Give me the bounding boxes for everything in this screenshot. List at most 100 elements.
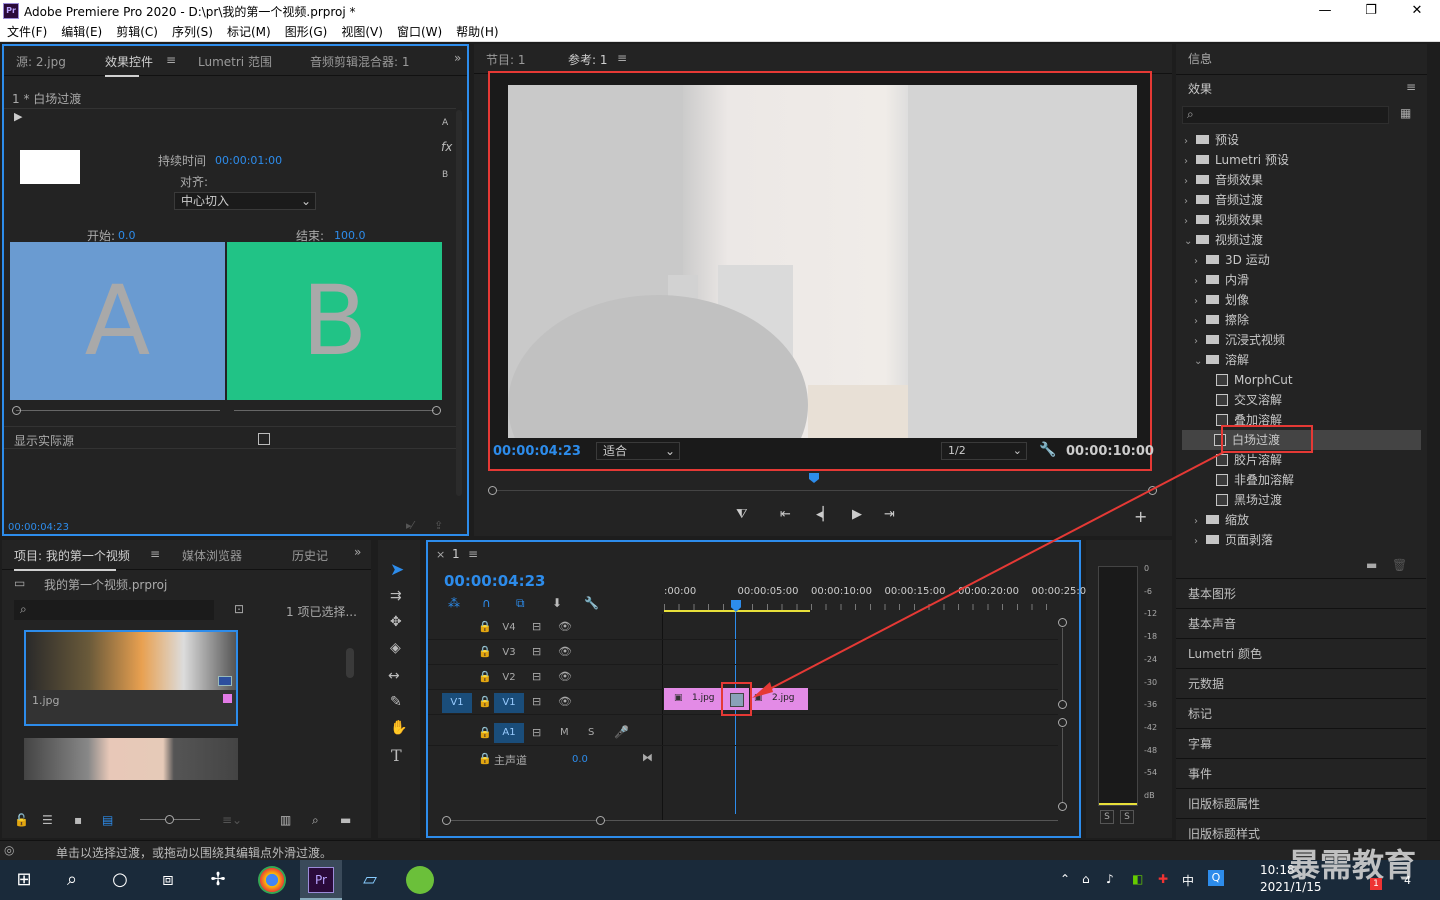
- info-panel-title[interactable]: 信息: [1188, 50, 1212, 67]
- program-timecode[interactable]: 00:00:04:23: [493, 444, 581, 459]
- timeline-clip-2[interactable]: ▣ 2.jpg: [750, 688, 808, 710]
- expand-caret-icon[interactable]: ›: [1184, 172, 1196, 192]
- panel-menu-icon[interactable]: ≡: [617, 51, 627, 65]
- effect-item[interactable]: › 划像: [1184, 290, 1421, 310]
- hscroll-right-handle[interactable]: [596, 816, 605, 825]
- tab-media-browser[interactable]: 媒体浏览器: [182, 547, 242, 564]
- effect-item[interactable]: ⌄ 溶解: [1184, 350, 1421, 370]
- tab-source[interactable]: 源: 2.jpg: [16, 53, 66, 70]
- menu-window[interactable]: 窗口(W): [390, 22, 449, 42]
- panel-tab-item[interactable]: 标记: [1176, 698, 1426, 728]
- track-label[interactable]: V1: [494, 693, 524, 713]
- menu-view[interactable]: 视图(V): [334, 22, 390, 42]
- tab-lumetri-scopes[interactable]: Lumetri 范围: [198, 53, 272, 70]
- expand-caret-icon[interactable]: ›: [1184, 132, 1196, 152]
- menu-marker[interactable]: 标记(M): [220, 22, 278, 42]
- list-view-icon[interactable]: ☰: [42, 813, 53, 827]
- add-marker-icon[interactable]: ⬇: [552, 596, 562, 610]
- end-slider-handle[interactable]: [432, 406, 441, 415]
- expand-caret-icon[interactable]: ›: [1194, 532, 1206, 552]
- timeline-vertical-scroll[interactable]: [1058, 614, 1068, 811]
- resolution-dropdown[interactable]: 1/2 ⌄: [941, 442, 1027, 460]
- effect-item[interactable]: 黑场过渡: [1184, 490, 1421, 510]
- menu-sequence[interactable]: 序列(S): [165, 22, 220, 42]
- zoom-slider-handle[interactable]: [165, 815, 174, 824]
- step-back-icon[interactable]: ◂▏: [816, 507, 833, 522]
- action-center-count[interactable]: 4: [1404, 874, 1411, 887]
- clip-thumbnail-2[interactable]: [24, 738, 238, 780]
- eye-icon[interactable]: 👁: [558, 670, 572, 683]
- program-scrubber[interactable]: [488, 490, 1156, 491]
- lock-icon[interactable]: 🔓: [14, 813, 29, 827]
- expand-caret-icon[interactable]: ⌄: [1194, 352, 1206, 372]
- new-bin-icon[interactable]: ▬: [340, 813, 351, 827]
- start-value[interactable]: 0.0: [118, 229, 136, 242]
- panel-tab-item[interactable]: Lumetri 颜色: [1176, 638, 1426, 668]
- vertical-scrollbar[interactable]: [456, 110, 462, 496]
- track-label[interactable]: V2: [494, 668, 524, 688]
- solo-button[interactable]: S: [588, 727, 594, 738]
- panel-menu-icon[interactable]: ≡: [1406, 80, 1416, 94]
- go-to-out-icon[interactable]: ⇥: [884, 507, 895, 522]
- menu-file[interactable]: 文件(F): [0, 22, 54, 42]
- expand-caret-icon[interactable]: ›: [1194, 252, 1206, 272]
- type-tool-icon[interactable]: T: [391, 746, 402, 765]
- snap-icon[interactable]: ⁂: [448, 596, 460, 610]
- end-value[interactable]: 100.0: [334, 229, 366, 242]
- close-tab-icon[interactable]: ×: [436, 548, 445, 561]
- menu-edit[interactable]: 编辑(E): [54, 22, 109, 42]
- close-button[interactable]: ✕: [1394, 0, 1440, 22]
- effect-item[interactable]: › 沉浸式视频: [1184, 330, 1421, 350]
- effect-item[interactable]: › 页面剥落: [1184, 530, 1421, 550]
- sync-lock-icon[interactable]: ⊟: [532, 645, 541, 658]
- expand-caret-icon[interactable]: ›: [1194, 332, 1206, 352]
- solo-right-button[interactable]: S: [1120, 810, 1134, 824]
- premiere-taskbar-button[interactable]: Pr: [300, 860, 342, 900]
- pen-tool-icon[interactable]: ✎: [390, 694, 402, 710]
- freeform-view-icon[interactable]: ▤: [102, 813, 113, 827]
- tab-effect-controls[interactable]: 效果控件: [105, 53, 153, 77]
- show-actual-checkbox[interactable]: [258, 433, 270, 445]
- panel-menu-icon[interactable]: ≡: [166, 53, 176, 67]
- hscroll-left-handle[interactable]: [442, 816, 451, 825]
- timeline-settings-wrench-icon[interactable]: 🔧: [584, 596, 599, 610]
- effects-panel-title[interactable]: 效果: [1188, 80, 1212, 97]
- effect-item[interactable]: › 视频效果: [1184, 210, 1421, 230]
- add-button-icon[interactable]: +: [1134, 507, 1147, 526]
- sequence-tab[interactable]: 1: [452, 547, 460, 561]
- sync-lock-icon[interactable]: ⊟: [532, 620, 541, 633]
- expand-caret-icon[interactable]: ›: [1194, 272, 1206, 292]
- project-scrollbar[interactable]: [346, 648, 354, 678]
- volume-icon[interactable]: ♪: [1106, 872, 1114, 886]
- lock-icon[interactable]: 🔒: [478, 726, 492, 739]
- project-search-input[interactable]: ⌕: [14, 600, 214, 620]
- master-volume-value[interactable]: 0.0: [572, 754, 588, 765]
- menu-clip[interactable]: 剪辑(C): [109, 22, 165, 42]
- effect-item[interactable]: › 擦除: [1184, 310, 1421, 330]
- sync-lock-icon[interactable]: ⊟: [532, 670, 541, 683]
- windows-start-icon[interactable]: ⊞: [10, 866, 38, 894]
- lock-icon[interactable]: 🔒: [478, 620, 492, 633]
- find-bin-icon[interactable]: ⊡: [234, 602, 244, 616]
- start-slider-handle[interactable]: [12, 406, 21, 415]
- panel-tab-item[interactable]: 基本声音: [1176, 608, 1426, 638]
- scrubber-left-handle[interactable]: [488, 486, 497, 495]
- lock-icon[interactable]: 🔒: [478, 670, 492, 683]
- eye-icon[interactable]: 👁: [558, 620, 572, 633]
- tray-expand-icon[interactable]: ⌃: [1060, 872, 1070, 886]
- automate-icon[interactable]: ▥: [280, 813, 291, 827]
- effect-item[interactable]: MorphCut: [1184, 370, 1421, 390]
- go-to-in-icon[interactable]: ⇤: [780, 507, 791, 522]
- source-patch-v1[interactable]: V1: [442, 693, 472, 713]
- effect-item[interactable]: › 内滑: [1184, 270, 1421, 290]
- play-icon[interactable]: ▶: [852, 507, 862, 522]
- more-panels-icon[interactable]: »: [354, 545, 361, 559]
- nvidia-icon[interactable]: ◧: [1132, 872, 1143, 886]
- lock-icon[interactable]: 🔒: [478, 752, 492, 765]
- expand-caret-icon[interactable]: ›: [1184, 212, 1196, 232]
- track-label[interactable]: V4: [494, 618, 524, 638]
- expand-caret-icon[interactable]: ›: [1194, 292, 1206, 312]
- panel-tab-item[interactable]: 字幕: [1176, 728, 1426, 758]
- linked-selection-icon[interactable]: ∩: [482, 596, 491, 610]
- end-slider[interactable]: [234, 410, 434, 411]
